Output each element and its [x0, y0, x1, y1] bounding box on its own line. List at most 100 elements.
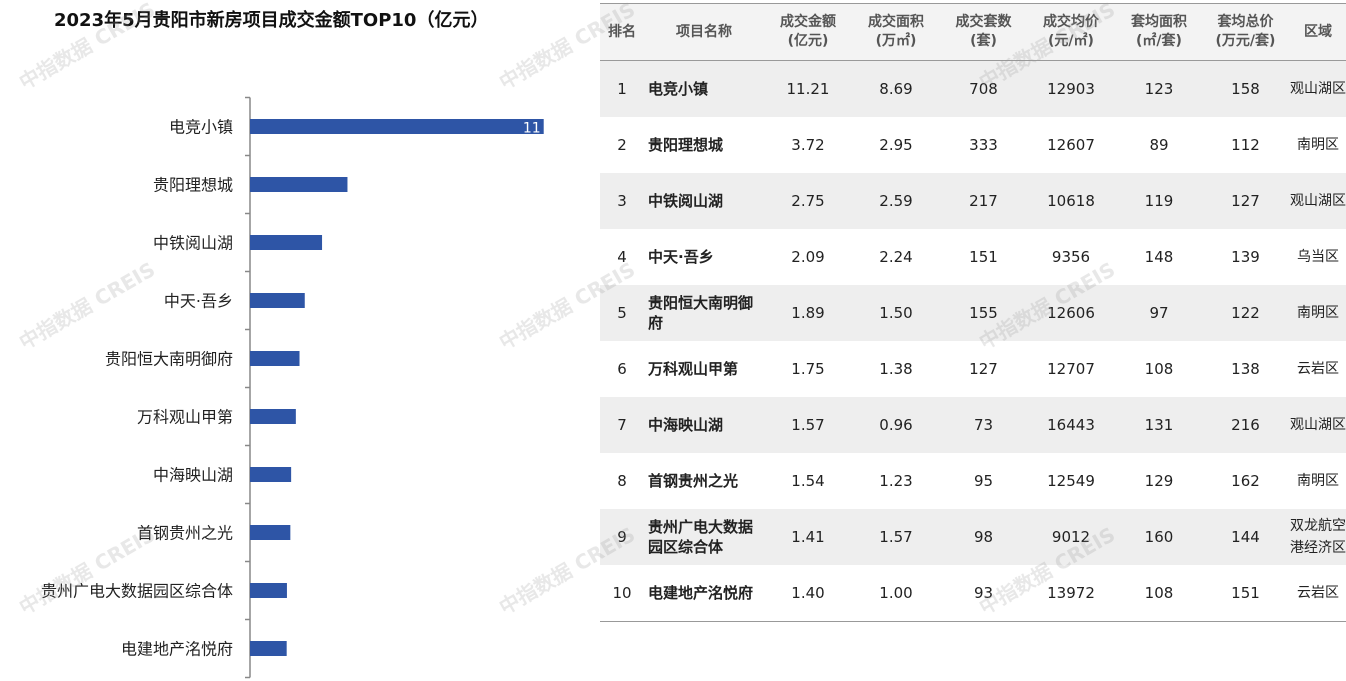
table-row: 6 万科观山甲第 1.75 1.38 127 12707 108 138 云岩区	[600, 341, 1346, 397]
top10-table: 排名 项目名称 成交金额 (亿元) 成交面积 (万㎡) 成交套数 (套) 成交均价 (元…	[600, 3, 1346, 622]
cell-area: 1.00	[852, 565, 940, 622]
header-area: 成交面积 (万㎡)	[852, 3, 940, 61]
cell-area: 1.23	[852, 453, 940, 509]
bar	[250, 235, 323, 250]
cell-avg-total: 216	[1203, 397, 1288, 453]
cell-avg-area: 97	[1115, 285, 1203, 341]
cell-avg-area: 131	[1115, 397, 1203, 453]
data-label: 11	[523, 121, 541, 137]
header-avg-total: 套均总价 (万元/套)	[1203, 3, 1288, 61]
header-region: 区域	[1288, 3, 1346, 61]
cell-avg-total: 112	[1203, 117, 1288, 173]
bar	[250, 293, 305, 308]
cell-project-name: 首钢贵州之光	[644, 453, 764, 509]
cell-amount: 1.57	[764, 397, 852, 453]
cell-area: 1.57	[852, 509, 940, 565]
cell-region: 南明区	[1288, 117, 1346, 173]
cell-avg-area: 160	[1115, 509, 1203, 565]
cell-avg-price: 12707	[1027, 341, 1115, 397]
cell-avg-total: 162	[1203, 453, 1288, 509]
cell-avg-area: 108	[1115, 341, 1203, 397]
cell-units: 708	[940, 60, 1027, 117]
table-row: 9 贵州广电大数据园区综合体 1.41 1.57 98 9012 160 144 双龙航空港经济…	[600, 509, 1346, 565]
cell-rank: 1	[600, 60, 644, 117]
cell-rank: 2	[600, 117, 644, 173]
header-avg-price: 成交均价 (元/㎡)	[1027, 3, 1115, 61]
cell-avg-total: 138	[1203, 341, 1288, 397]
table-row: 4 中天·吾乡 2.09 2.24 151 9356 148 139 乌当区	[600, 229, 1346, 285]
cell-rank: 4	[600, 229, 644, 285]
cell-area: 8.69	[852, 60, 940, 117]
cell-avg-price: 10618	[1027, 173, 1115, 229]
category-label: 贵阳恒大南明御府	[105, 350, 233, 369]
header-units: 成交套数 (套)	[940, 3, 1027, 61]
bar	[250, 641, 287, 656]
category-label: 中海映山湖	[153, 466, 233, 485]
cell-region: 乌当区	[1288, 229, 1346, 285]
bar	[250, 583, 287, 598]
cell-avg-price: 12549	[1027, 453, 1115, 509]
cell-rank: 7	[600, 397, 644, 453]
bar	[250, 467, 292, 482]
cell-units: 98	[940, 509, 1027, 565]
table-row: 2 贵阳理想城 3.72 2.95 333 12607 89 112 南明区	[600, 117, 1346, 173]
cell-rank: 8	[600, 453, 644, 509]
table-row: 1 电竞小镇 11.21 8.69 708 12903 123 158 观山湖区	[600, 60, 1346, 117]
cell-avg-total: 151	[1203, 565, 1288, 622]
cell-avg-total: 158	[1203, 60, 1288, 117]
cell-units: 151	[940, 229, 1027, 285]
cell-avg-price: 12607	[1027, 117, 1115, 173]
cell-units: 155	[940, 285, 1027, 341]
table-row: 3 中铁阅山湖 2.75 2.59 217 10618 119 127 观山湖区	[600, 173, 1346, 229]
cell-avg-price: 9356	[1027, 229, 1115, 285]
cell-units: 333	[940, 117, 1027, 173]
cell-area: 1.50	[852, 285, 940, 341]
header-project: 项目名称	[644, 3, 764, 61]
cell-units: 127	[940, 341, 1027, 397]
category-label: 中天·吾乡	[164, 292, 233, 311]
cell-region: 观山湖区	[1288, 397, 1346, 453]
cell-project-name: 电建地产洺悦府	[644, 565, 764, 622]
cell-area: 2.95	[852, 117, 940, 173]
category-label: 中铁阅山湖	[153, 234, 233, 253]
cell-amount: 1.41	[764, 509, 852, 565]
table-row: 10 电建地产洺悦府 1.40 1.00 93 13972 108 151 云岩区	[600, 565, 1346, 622]
cell-project-name: 中铁阅山湖	[644, 173, 764, 229]
cell-area: 2.59	[852, 173, 940, 229]
table-header-row: 排名 项目名称 成交金额 (亿元) 成交面积 (万㎡) 成交套数 (套) 成交均价 (元…	[600, 3, 1346, 61]
cell-project-name: 贵阳恒大南明御府	[644, 285, 764, 341]
cell-avg-area: 129	[1115, 453, 1203, 509]
category-label: 电竞小镇	[169, 118, 233, 137]
header-amount: 成交金额 (亿元)	[764, 3, 852, 61]
cell-units: 217	[940, 173, 1027, 229]
bar	[250, 351, 300, 366]
category-label: 首钢贵州之光	[137, 524, 233, 543]
cell-region: 观山湖区	[1288, 173, 1346, 229]
cell-project-name: 贵州广电大数据园区综合体	[644, 509, 764, 565]
cell-area: 1.38	[852, 341, 940, 397]
cell-avg-area: 89	[1115, 117, 1203, 173]
cell-project-name: 电竞小镇	[644, 60, 764, 117]
cell-region: 观山湖区	[1288, 60, 1346, 117]
category-label: 贵州广电大数据园区综合体	[41, 582, 233, 601]
cell-rank: 9	[600, 509, 644, 565]
category-label: 电建地产洺悦府	[121, 640, 233, 659]
cell-rank: 3	[600, 173, 644, 229]
cell-area: 0.96	[852, 397, 940, 453]
category-label: 贵阳理想城	[153, 176, 233, 195]
cell-rank: 5	[600, 285, 644, 341]
cell-amount: 2.09	[764, 229, 852, 285]
cell-avg-area: 119	[1115, 173, 1203, 229]
cell-amount: 3.72	[764, 117, 852, 173]
cell-amount: 1.89	[764, 285, 852, 341]
cell-amount: 1.75	[764, 341, 852, 397]
cell-project-name: 贵阳理想城	[644, 117, 764, 173]
cell-units: 73	[940, 397, 1027, 453]
cell-amount: 1.40	[764, 565, 852, 622]
cell-units: 95	[940, 453, 1027, 509]
cell-avg-price: 12606	[1027, 285, 1115, 341]
table-row: 8 首钢贵州之光 1.54 1.23 95 12549 129 162 南明区	[600, 453, 1346, 509]
cell-avg-price: 12903	[1027, 60, 1115, 117]
cell-region: 双龙航空港经济区	[1288, 509, 1346, 565]
cell-rank: 6	[600, 341, 644, 397]
